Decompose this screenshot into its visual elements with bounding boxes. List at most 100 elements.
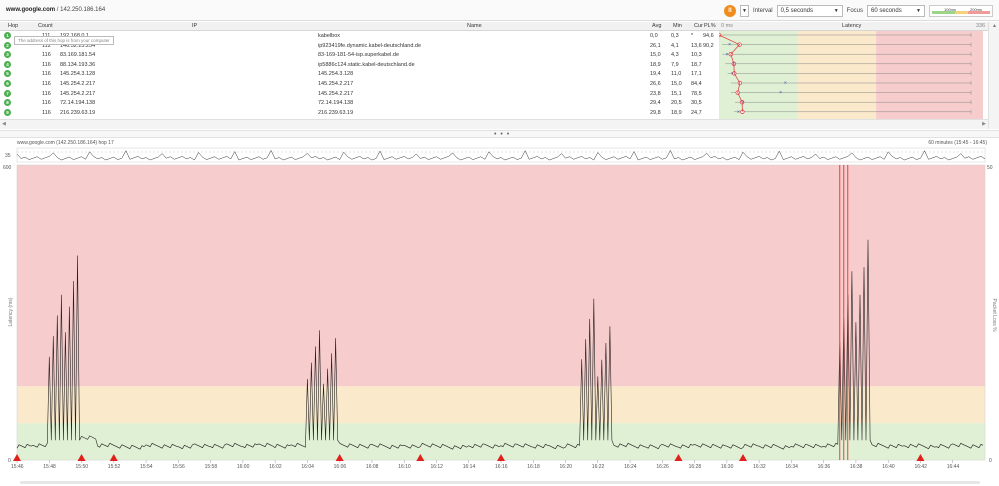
chevron-down-icon[interactable]: ▼ xyxy=(739,5,749,17)
x-tick-label: 16:14 xyxy=(463,464,476,470)
cell-cur: * xyxy=(691,33,694,39)
table-row[interactable]: 6 116 145.254.2.217 145.254.2.217 26,6 15,0 84… xyxy=(0,80,720,89)
latency-timeline-chart[interactable]: 0600050Latency (ms) Packet Loss %15:46 15:… xyxy=(0,163,999,479)
hop-cur-marker: × xyxy=(779,90,782,96)
x-tick-label: 16:38 xyxy=(850,464,863,470)
interval-label: Interval xyxy=(752,8,773,14)
table-row[interactable]: 8 116 72.14.194.138 72.14.194.138 29,4 20,5 30… xyxy=(0,99,720,108)
col-hop[interactable]: Hop xyxy=(8,23,18,29)
cell-name: 145.254.2.217 xyxy=(318,90,354,97)
table-row[interactable]: 4 116 88.134.193.36 ip5886c124.static.kabel… xyxy=(0,60,720,70)
x-tick-label: 16:12 xyxy=(430,464,443,470)
x-tick-label: 15:48 xyxy=(43,464,56,470)
table-row[interactable]: 3 116 83.169.181.54 83-169-181-54-isp.super… xyxy=(0,51,720,60)
x-tick-label: 16:44 xyxy=(947,464,960,470)
hop-status-icon: 5 xyxy=(4,70,11,78)
col-ip[interactable]: IP xyxy=(192,23,197,29)
table-row[interactable]: 9 116 216.239.63.19 216.239.63.19 29,8 18,9 24… xyxy=(0,108,720,118)
overview-frame xyxy=(16,147,986,163)
cell-count: 116 xyxy=(42,52,51,59)
x-tick-label: 15:46 xyxy=(11,464,24,470)
toolbar-controls: II ▼ Interval 0,5 seconds ▼ Focus 60 seco… xyxy=(723,4,993,18)
x-tick-label: 16:32 xyxy=(753,464,766,470)
hop-status-icon: 8 xyxy=(4,99,11,107)
table-row[interactable]: 7 116 145.254.2.217 145.254.2.217 23,8 15,1 78… xyxy=(0,89,720,99)
scale-color-bar xyxy=(932,11,990,14)
x-tick-label: 16:04 xyxy=(301,464,314,470)
right-y-tick-label: 0 xyxy=(989,458,992,464)
panel-splitter[interactable]: • • • xyxy=(0,130,999,138)
col-latency[interactable]: Latency xyxy=(842,23,861,29)
hop-cur-marker: × xyxy=(728,42,731,48)
chevron-left-icon[interactable]: ◀ xyxy=(2,121,6,127)
col-cur[interactable]: Cur xyxy=(694,23,703,29)
target-address: www.google.com / 142.250.186.164 xyxy=(6,7,105,13)
col-name[interactable]: Name xyxy=(467,23,482,29)
splitter-grip-icon[interactable]: • • • xyxy=(494,131,510,138)
col-count[interactable]: Count xyxy=(38,23,53,29)
cell-avg: 15,0 xyxy=(650,52,661,59)
col-avg[interactable]: Avg xyxy=(652,23,661,29)
cell-avg: 26,1 xyxy=(650,42,661,49)
cell-ip: 145.254.2.217 xyxy=(60,81,96,87)
overview-label: 35 xyxy=(5,153,11,159)
latency-overview-graph: ×××××××× xyxy=(719,31,983,119)
cell-ip: 88.134.193.36 xyxy=(60,61,96,68)
cell-avg: 19,4 xyxy=(650,71,661,78)
chevron-right-icon[interactable]: ▶ xyxy=(982,121,986,127)
focus-label: Focus xyxy=(846,8,863,14)
timeline-scroll-track[interactable] xyxy=(20,481,980,484)
cell-min: 0,3 xyxy=(671,33,679,39)
hop-status-icon: 1 xyxy=(4,32,11,39)
cell-cur: 10,3 xyxy=(691,52,702,59)
x-tick-label: 16:40 xyxy=(882,464,895,470)
x-tick-label: 16:36 xyxy=(818,464,831,470)
table-horizontal-scrollbar[interactable]: ◀ ▶ xyxy=(0,119,988,129)
cell-min: 4,1 xyxy=(671,42,679,49)
cell-avg: 0,0 xyxy=(650,33,658,39)
red-zone xyxy=(876,31,983,119)
focus-select[interactable]: 60 seconds ▼ xyxy=(867,5,925,17)
latency-scale-legend[interactable]: 100ms 200ms xyxy=(929,5,993,17)
x-tick-label: 16:30 xyxy=(721,464,734,470)
cell-min: 4,3 xyxy=(671,52,679,59)
pause-icon[interactable]: II xyxy=(723,5,736,17)
interval-select[interactable]: 0,5 seconds ▼ xyxy=(776,5,843,17)
y-tick-label: 600 xyxy=(3,165,12,171)
cell-cur: 18,7 xyxy=(691,61,702,68)
cell-avg: 26,6 xyxy=(650,81,661,87)
hop-cur-marker: × xyxy=(731,71,734,77)
timeline-scrollbar[interactable] xyxy=(0,479,999,486)
x-tick-label: 16:24 xyxy=(624,464,637,470)
col-pl[interactable]: PL% xyxy=(704,23,716,29)
cell-name: 216.239.63.19 xyxy=(318,109,354,116)
target-ip: 142.250.186.164 xyxy=(60,7,106,13)
x-tick-label: 16:06 xyxy=(334,464,347,470)
x-tick-label: 15:54 xyxy=(140,464,153,470)
table-vertical-scrollbar[interactable]: ▲ xyxy=(988,22,999,129)
cell-count: 116 xyxy=(42,109,51,116)
cell-name: 72.14.194.138 xyxy=(318,100,354,107)
cell-cur: 24,7 xyxy=(691,109,702,116)
interval-value: 0,5 seconds xyxy=(780,8,814,14)
x-tick-label: 15:52 xyxy=(108,464,121,470)
timeline-overview-chart[interactable]: 35 xyxy=(0,147,999,163)
cell-count: 116 xyxy=(42,90,51,97)
x-tick-label: 16:02 xyxy=(269,464,282,470)
hop-status-icon: 9 xyxy=(4,108,11,116)
cell-avg: 29,4 xyxy=(650,100,661,107)
cell-cur: 84,4 xyxy=(691,81,702,87)
cell-ip: 83.169.181.54 xyxy=(60,52,96,59)
timeline-range: 60 minutes (15:45 - 16:45) xyxy=(928,140,987,146)
cell-ip: 145.254.3.128 xyxy=(60,71,96,78)
hop-status-icon: 3 xyxy=(4,51,11,59)
col-min[interactable]: Min xyxy=(673,23,682,29)
x-tick-label: 16:42 xyxy=(914,464,927,470)
hop-cur-marker: × xyxy=(726,52,729,58)
table-row[interactable]: 5 116 145.254.3.128 145.254.3.128 19,4 11,0 17… xyxy=(0,70,720,79)
latency-zero-label: 0 ms xyxy=(721,23,733,29)
latency-max-label: 336 xyxy=(976,23,986,29)
x-tick-label: 15:50 xyxy=(76,464,89,470)
cell-ip: 72.14.194.138 xyxy=(60,100,96,107)
chevron-up-icon[interactable]: ▲ xyxy=(989,22,999,31)
